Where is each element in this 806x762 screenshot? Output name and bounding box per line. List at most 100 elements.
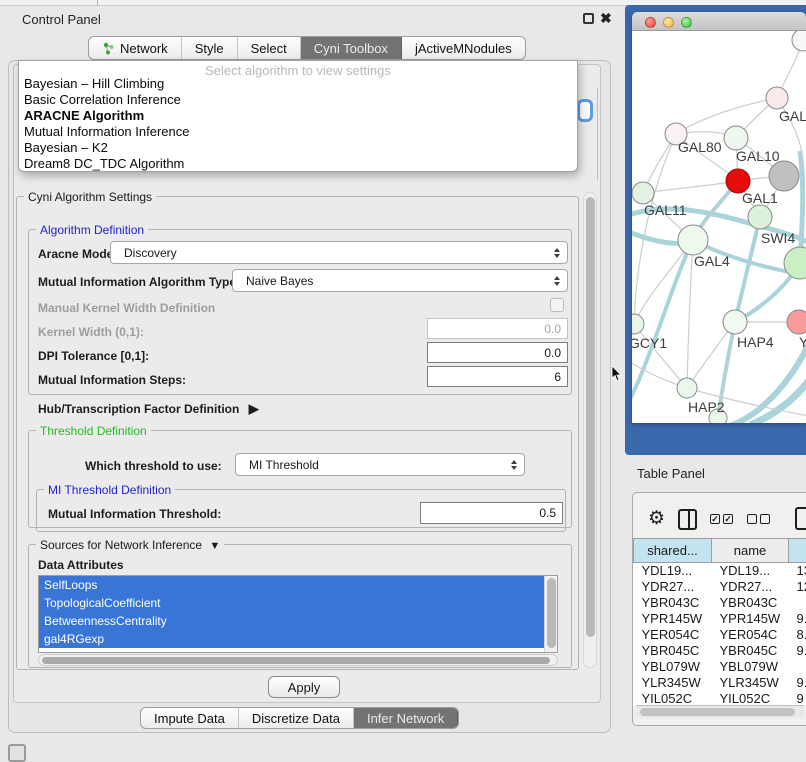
close-traffic-light-icon[interactable]	[645, 17, 656, 28]
dropdown-item[interactable]: ARACNE Algorithm	[19, 108, 577, 124]
tab-network[interactable]: Network	[89, 37, 182, 59]
tab-infer-network[interactable]: Infer Network	[354, 708, 458, 728]
mi-algorithm-type-label: Mutual Information Algorithm Type:	[38, 275, 240, 289]
tab-jactivemnodules[interactable]: jActiveMNodules	[402, 37, 525, 59]
table-row[interactable]: YLR345WYLR345W9.	[634, 675, 806, 691]
network-icon	[102, 42, 115, 55]
table-row[interactable]: YIL052CYIL052C9	[634, 691, 806, 707]
table-row[interactable]: YBR045CYBR045C9.	[634, 643, 806, 659]
dropdown-item[interactable]: Bayesian – K2	[19, 140, 577, 156]
manual-kernel-checkbox	[550, 298, 564, 312]
node-label[interactable]: GAL4	[694, 253, 730, 269]
node-label[interactable]: GAL11	[644, 202, 687, 218]
tab-select[interactable]: Select	[238, 37, 301, 59]
deselect-all-icon[interactable]	[747, 514, 773, 528]
node-label[interactable]: SWI4	[761, 230, 795, 246]
network-node[interactable]	[792, 31, 806, 51]
table-row[interactable]: YDL19...YDL19...13	[634, 563, 806, 579]
network-canvas[interactable]: GAL GAL80 GAL10 GAL1 GAL11 SWI4 GAL4 GCY…	[632, 31, 806, 423]
network-node[interactable]	[724, 126, 748, 150]
data-attributes-list: SelfLoops TopologicalCoefficient Between…	[38, 575, 558, 653]
network-node[interactable]	[784, 247, 806, 279]
manual-kernel-label: Manual Kernel Width Definition	[38, 301, 215, 315]
node-label[interactable]: GAL80	[678, 139, 722, 155]
list-item[interactable]: gal4RGexp	[39, 630, 544, 648]
close-icon[interactable]: ✖	[600, 10, 612, 27]
network-graph[interactable]	[632, 31, 806, 423]
dpi-tolerance-field[interactable]: 0.0	[427, 342, 568, 363]
dropdown-item[interactable]: Bayesian – Hill Climbing	[19, 76, 577, 92]
algorithm-dropdown-popup: Select algorithm to view settings Bayesi…	[18, 60, 578, 172]
checked-box-icon: ✓	[723, 514, 733, 524]
data-attributes-label: Data Attributes	[38, 558, 124, 572]
scrollbar-thumb[interactable]	[42, 657, 550, 664]
attr-list-vscrollbar[interactable]	[544, 576, 557, 652]
scrollbar-thumb[interactable]	[586, 197, 595, 637]
table-row[interactable]: YBL079WYBL079W	[634, 659, 806, 675]
table-hscrollbar[interactable]	[636, 705, 804, 718]
tab-cyni-toolbox[interactable]: Cyni Toolbox	[301, 37, 402, 59]
control-panel-title: Control Panel	[22, 12, 101, 27]
table-mode-icon[interactable]	[795, 507, 806, 530]
minimize-traffic-light-icon[interactable]	[663, 17, 674, 28]
table-row[interactable]: YBR043CYBR043C	[634, 595, 806, 611]
network-window-titlebar[interactable]	[632, 12, 806, 31]
table-row[interactable]: YDR27...YDR27...12	[634, 579, 806, 595]
settings-vscrollbar[interactable]	[583, 192, 597, 668]
node-label[interactable]: GAL1	[742, 190, 778, 206]
node-label[interactable]: GCY1	[632, 335, 667, 351]
dropdown-item[interactable]: Dream8 DC_TDC Algorithm	[19, 156, 577, 172]
attr-list-hscrollbar[interactable]	[38, 654, 558, 666]
scrollbar-thumb[interactable]	[640, 708, 795, 716]
which-threshold-combo[interactable]: MI Threshold	[235, 453, 525, 476]
table-row[interactable]: YPR145WYPR145W9.	[634, 611, 806, 627]
tab-style[interactable]: Style	[182, 37, 238, 59]
network-node[interactable]	[723, 310, 747, 334]
sources-group-toggle[interactable]: Sources for Network Inference ▼	[36, 538, 224, 552]
network-node[interactable]	[678, 225, 708, 255]
network-node[interactable]	[677, 378, 697, 398]
split-pane-divider[interactable]	[612, 7, 625, 762]
combo-spinner-icon	[554, 276, 560, 286]
aracne-mode-combo[interactable]: Discovery	[110, 241, 568, 264]
select-all-icon[interactable]: ✓✓	[710, 514, 736, 528]
tab-discretize-data[interactable]: Discretize Data	[239, 708, 354, 728]
mi-threshold-field[interactable]: 0.5	[420, 502, 563, 524]
zoom-traffic-light-icon[interactable]	[681, 17, 692, 28]
network-node[interactable]	[632, 182, 654, 204]
network-node[interactable]	[769, 161, 799, 191]
list-item[interactable]: BetweennessCentrality	[39, 612, 544, 630]
dropdown-item[interactable]: Basic Correlation Inference	[19, 92, 577, 108]
node-label[interactable]: HAP4	[737, 334, 774, 350]
network-node[interactable]	[787, 310, 806, 334]
mi-steps-field[interactable]: 6	[427, 366, 568, 387]
column-header[interactable]: name	[712, 539, 789, 563]
table-row[interactable]: YER054CYER054C8.	[634, 627, 806, 643]
column-selector-icon[interactable]	[678, 509, 697, 530]
table-header-row: shared... name A	[634, 539, 806, 563]
threshold-definition-title: Threshold Definition	[36, 424, 151, 438]
node-label[interactable]: HAP2	[688, 399, 725, 415]
list-item[interactable]: SelfLoops	[39, 576, 544, 594]
node-label[interactable]: GAL	[779, 108, 806, 124]
dropdown-item[interactable]: Mutual Information Inference	[19, 124, 577, 140]
float-window-icon[interactable]	[583, 13, 594, 24]
toolbar-separator	[97, 0, 98, 6]
list-item[interactable]: TopologicalCoefficient	[39, 594, 544, 612]
node-label[interactable]: GAL10	[736, 148, 780, 164]
network-node[interactable]	[766, 87, 788, 109]
scrollbar-thumb[interactable]	[547, 578, 556, 648]
combo-spinner-icon	[554, 248, 560, 258]
tab-impute-data[interactable]: Impute Data	[141, 708, 239, 728]
network-node[interactable]	[632, 314, 644, 334]
mi-algorithm-type-combo[interactable]: Naive Bayes	[232, 269, 568, 292]
column-header[interactable]: shared...	[634, 539, 712, 563]
apply-button[interactable]: Apply	[268, 676, 340, 698]
hidden-combo-fragment	[577, 99, 593, 122]
node-label[interactable]: Y	[799, 334, 806, 350]
table-settings-gear-icon[interactable]: ⚙	[648, 507, 665, 530]
column-header[interactable]: A	[789, 539, 806, 563]
minimized-panel-icon[interactable]	[8, 744, 26, 762]
network-node[interactable]	[748, 205, 772, 229]
hub-section-toggle[interactable]: Hub/Transcription Factor Definition ▶	[38, 401, 259, 417]
